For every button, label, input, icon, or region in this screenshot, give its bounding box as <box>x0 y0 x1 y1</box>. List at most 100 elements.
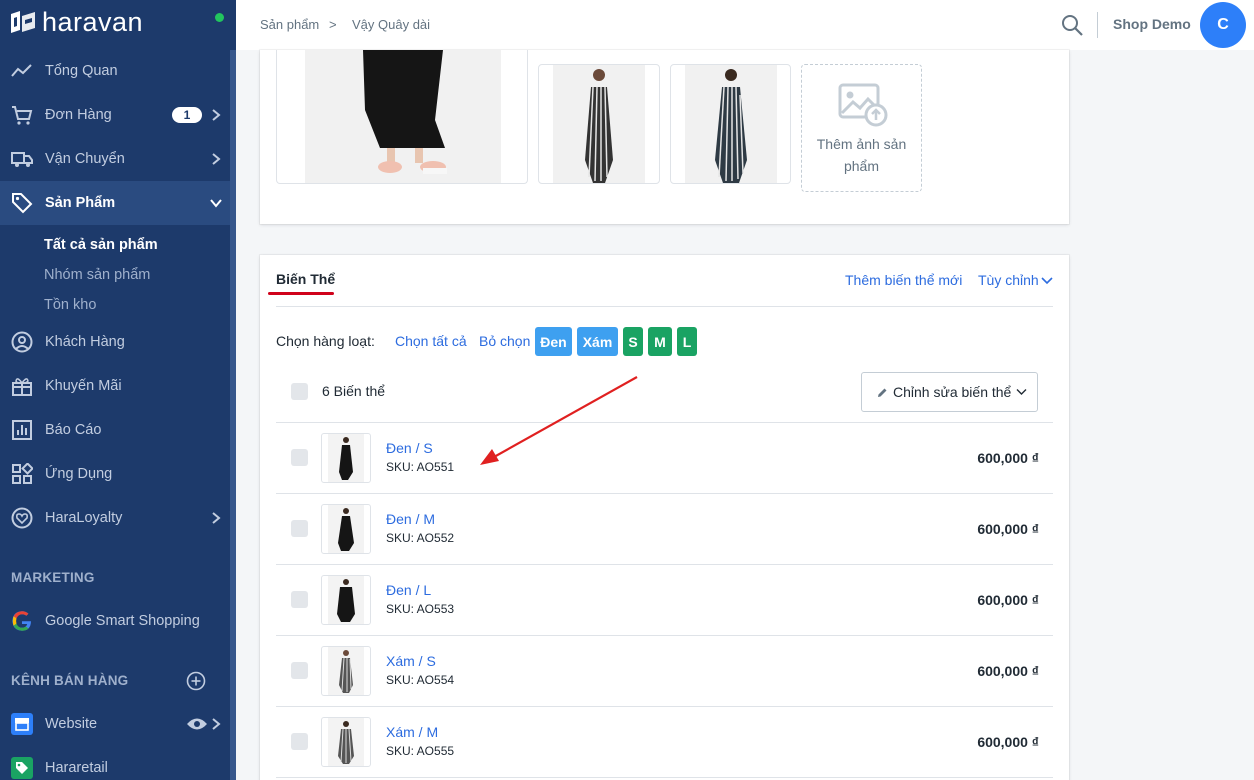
variant-sku: SKU: AO554 <box>386 673 455 687</box>
variant-price: 600,000 ₫ <box>977 663 1039 679</box>
sidebar-item-orders[interactable]: Đơn Hàng 1 <box>0 93 230 137</box>
brand-name: haravan <box>42 6 144 37</box>
sidebar-subitem-all-products[interactable]: Tất cả sản phẩm <box>44 237 158 253</box>
divider <box>276 564 1053 565</box>
variant-price: 600,000 ₫ <box>977 450 1039 466</box>
sidebar-scrollbar[interactable] <box>230 50 236 780</box>
sidebar-item-website[interactable]: Website <box>0 702 230 746</box>
variant-name-link[interactable]: Đen / L <box>386 582 431 598</box>
sidebar-item-promotions[interactable]: Khuyến Mãi <box>0 364 230 408</box>
variant-sku: SKU: AO552 <box>386 531 455 545</box>
row-checkbox[interactable] <box>291 733 308 750</box>
add-image-dropzone[interactable]: Thêm ảnh sản phẩm <box>801 64 922 192</box>
apps-grid-icon <box>12 463 33 484</box>
dress-photo-striped-front <box>585 69 613 183</box>
sidebar-item-label: Khuyến Mãi <box>45 378 122 394</box>
product-image-2[interactable] <box>538 64 660 184</box>
cart-icon <box>12 106 33 125</box>
tab-active-underline <box>268 292 334 295</box>
image-upload-icon <box>838 83 888 127</box>
variant-thumbnail[interactable] <box>321 504 371 554</box>
variant-thumbnail[interactable] <box>321 646 371 696</box>
eye-icon[interactable] <box>186 717 208 731</box>
divider <box>276 306 1053 307</box>
sidebar-item-apps[interactable]: Ứng Dụng <box>0 452 230 496</box>
header-divider <box>1097 12 1098 38</box>
variant-name-link[interactable]: Xám / S <box>386 653 436 669</box>
dress-thumbnail-gray <box>328 718 364 766</box>
sidebar-item-shipping[interactable]: Vận Chuyển <box>0 137 230 181</box>
sidebar-subitem-product-groups[interactable]: Nhóm sản phẩm <box>44 267 150 283</box>
sidebar-item-overview[interactable]: Tổng Quan <box>0 49 230 93</box>
row-checkbox[interactable] <box>291 520 308 537</box>
chevron-down-icon <box>1016 389 1027 395</box>
add-channel-icon[interactable] <box>186 671 206 691</box>
haravan-logo[interactable]: haravan <box>8 6 143 38</box>
divider <box>276 422 1053 423</box>
add-variant-link[interactable]: Thêm biến thể mới <box>845 272 962 288</box>
breadcrumb-products[interactable]: Sản phẩm <box>260 17 319 32</box>
variant-thumbnail[interactable] <box>321 433 371 483</box>
divider <box>276 777 1053 778</box>
chip-size-l[interactable]: L <box>677 327 697 356</box>
trend-line-icon <box>11 64 32 77</box>
chevron-right-icon <box>212 109 221 121</box>
sidebar-item-haraloyalty[interactable]: HaraLoyalty <box>0 496 230 540</box>
row-checkbox[interactable] <box>291 591 308 608</box>
sidebar-subitem-inventory[interactable]: Tồn kho <box>44 297 96 313</box>
variant-sku: SKU: AO551 <box>386 460 455 474</box>
variant-name-link[interactable]: Xám / M <box>386 724 438 740</box>
variant-sku: SKU: AO555 <box>386 744 455 758</box>
chip-color-black[interactable]: Đen <box>535 327 572 356</box>
search-icon[interactable] <box>1060 13 1084 37</box>
user-circle-icon <box>11 331 33 353</box>
chip-color-gray[interactable]: Xám <box>577 327 618 356</box>
sidebar-item-label: Website <box>45 716 98 732</box>
variant-price: 600,000 ₫ <box>977 521 1039 537</box>
sidebar-item-hararetail[interactable]: Hararetail <box>0 746 230 780</box>
chevron-down-icon <box>210 199 222 208</box>
haravan-logo-icon <box>11 11 35 33</box>
row-checkbox[interactable] <box>291 449 308 466</box>
chevron-right-icon <box>212 512 221 524</box>
variant-thumbnail[interactable] <box>321 575 371 625</box>
chip-size-m[interactable]: M <box>648 327 672 356</box>
breadcrumb-separator: > <box>329 17 337 32</box>
dress-thumbnail-black <box>328 505 364 553</box>
chevron-right-icon <box>212 718 221 730</box>
variant-price: 600,000 ₫ <box>977 734 1039 750</box>
dress-photo-striped-back <box>715 69 747 183</box>
row-checkbox[interactable] <box>291 662 308 679</box>
truck-icon <box>11 152 33 167</box>
sidebar-item-products[interactable]: Sản Phẩm <box>0 181 230 225</box>
variant-price: 600,000 ₫ <box>977 592 1039 608</box>
shop-name[interactable]: Shop Demo <box>1113 16 1191 32</box>
pencil-icon <box>878 388 887 397</box>
chip-size-s[interactable]: S <box>623 327 643 356</box>
product-image-3[interactable] <box>670 64 791 184</box>
tab-variants[interactable]: Biến Thể <box>276 271 335 287</box>
heart-circle-icon <box>11 507 33 529</box>
dress-thumbnail-black <box>328 434 364 482</box>
sidebar-item-reports[interactable]: Báo Cáo <box>0 408 230 452</box>
variant-thumbnail[interactable] <box>321 717 371 767</box>
sidebar-item-google-smart-shopping[interactable]: Google Smart Shopping <box>0 599 230 643</box>
deselect-link[interactable]: Bỏ chọn <box>479 333 530 349</box>
sidebar-item-label: Báo Cáo <box>45 422 102 438</box>
breadcrumb-current-product: Vậy Quây dài <box>352 17 431 32</box>
gift-icon <box>12 378 32 396</box>
online-status-dot <box>215 13 224 22</box>
variant-name-link[interactable]: Đen / S <box>386 440 433 456</box>
sidebar-item-customers[interactable]: Khách Hàng <box>0 320 230 364</box>
add-image-label: Thêm ảnh sản phẩm <box>816 136 907 174</box>
avatar[interactable]: C <box>1200 2 1246 48</box>
edit-variants-button[interactable]: Chỉnh sửa biến thể <box>861 372 1038 412</box>
customize-dropdown[interactable]: Tùy chỉnh <box>978 272 1039 288</box>
google-icon <box>12 611 31 631</box>
select-all-link[interactable]: Chọn tất cả <box>395 333 467 349</box>
variant-name-link[interactable]: Đen / M <box>386 511 435 527</box>
divider <box>276 706 1053 707</box>
product-image-main[interactable] <box>276 50 528 184</box>
dress-photo-black <box>363 50 447 174</box>
select-all-checkbox[interactable] <box>291 383 308 400</box>
